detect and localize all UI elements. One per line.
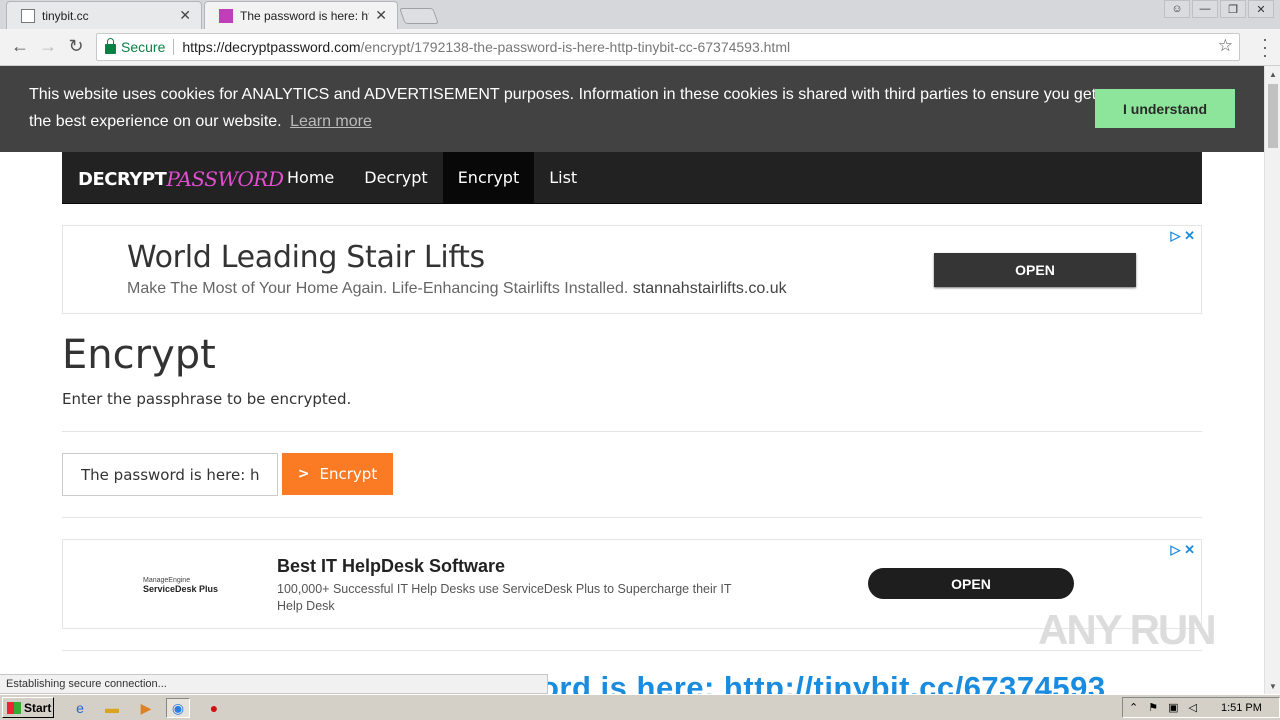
close-window-icon[interactable]: ✕ xyxy=(1248,0,1274,18)
nav-decrypt[interactable]: Decrypt xyxy=(349,152,442,203)
passphrase-input[interactable] xyxy=(62,453,278,496)
dp-favicon-icon xyxy=(219,8,233,23)
tray-expand-icon[interactable]: ⌃ xyxy=(1129,701,1138,714)
cookie-message: This website uses cookies for ANALYTICS … xyxy=(29,86,1097,130)
nav-list[interactable]: List xyxy=(534,152,592,203)
status-bar: Establishing secure connection... xyxy=(0,674,548,694)
nav-links: Home Decrypt Encrypt List xyxy=(272,152,592,203)
ad-title[interactable]: World Leading Stair Lifts xyxy=(127,240,485,275)
ad-stairlifts[interactable]: ▷ ✕ World Leading Stair Lifts Make The M… xyxy=(62,225,1202,314)
adchoices-icon[interactable]: ▷ ✕ xyxy=(1170,542,1195,558)
site-navbar: DECRYPT PASSWORD Home Decrypt Encrypt Li… xyxy=(62,152,1202,204)
ad-logo-product: ServiceDesk Plus xyxy=(143,584,219,594)
windows-logo-icon xyxy=(7,701,21,714)
ad-open-button[interactable]: OPEN xyxy=(934,253,1136,287)
network-icon[interactable]: ▣ xyxy=(1168,701,1178,714)
tab-label: The password is here: http: xyxy=(240,8,369,23)
taskbar: Start e ▬ ▶ ◉ ● ⌃ ⚑ ▣ ◁ 1:51 PM xyxy=(0,694,1280,720)
ad-servicedesk[interactable]: ▷ ✕ ManageEngine ServiceDesk Plus Best I… xyxy=(62,539,1202,629)
page-lead: Enter the passphrase to be encrypted. xyxy=(62,390,352,408)
nav-home[interactable]: Home xyxy=(272,152,349,203)
window-controls: ☺ — ❐ ✕ xyxy=(1164,0,1274,18)
folder-icon[interactable]: ▬ xyxy=(100,698,124,718)
close-icon[interactable]: ✕ xyxy=(375,7,387,24)
encrypt-button[interactable]: > Encrypt xyxy=(282,453,393,495)
chevron-right-icon: > xyxy=(297,466,310,482)
ie-icon[interactable]: e xyxy=(68,698,92,718)
address-bar[interactable]: Secure https://decryptpassword.com/encry… xyxy=(96,33,1240,61)
encrypt-button-label: Encrypt xyxy=(319,465,378,483)
nav-encrypt[interactable]: Encrypt xyxy=(442,152,535,203)
ad-description: Make The Most of Your Home Again. Life-E… xyxy=(127,280,787,298)
divider xyxy=(62,650,1202,651)
flag-icon[interactable]: ⚑ xyxy=(1148,701,1158,714)
minimize-icon[interactable]: — xyxy=(1192,0,1218,18)
clock[interactable]: 1:51 PM xyxy=(1221,702,1262,714)
ad-logo: ManageEngine ServiceDesk Plus xyxy=(143,576,218,595)
divider xyxy=(62,431,1202,432)
cookie-text: This website uses cookies for ANALYTICS … xyxy=(29,81,1099,135)
result-link[interactable]: ord is here: http://tinybit.cc/67374593 xyxy=(540,670,1106,694)
adchoices-icon[interactable]: ▷ ✕ xyxy=(1170,228,1195,244)
tab-decryptpassword[interactable]: The password is here: http: ✕ xyxy=(204,1,398,29)
new-tab-button[interactable] xyxy=(399,8,439,24)
reload-icon[interactable]: ↻ xyxy=(64,36,88,57)
start-label: Start xyxy=(24,700,52,715)
scrollbar[interactable]: ▲ ▼ xyxy=(1264,66,1280,694)
bookmark-star-icon[interactable]: ☆ xyxy=(1218,36,1233,56)
anyrun-watermark: ANY RUN xyxy=(1038,606,1217,653)
page-title: Encrypt xyxy=(62,332,216,378)
tab-strip: tinybit.cc ✕ The password is here: http:… xyxy=(0,0,1280,29)
alert-icon[interactable]: ● xyxy=(202,698,226,718)
ad-description: 100,000+ Successful IT Help Desks use Se… xyxy=(277,582,732,613)
scroll-down-icon[interactable]: ▼ xyxy=(1265,678,1280,694)
volume-icon[interactable]: ◁ xyxy=(1189,701,1197,714)
scroll-up-icon[interactable]: ▲ xyxy=(1265,66,1280,82)
page-icon xyxy=(21,8,35,23)
ad-title[interactable]: Best IT HelpDesk Software xyxy=(277,556,505,577)
restore-icon[interactable]: ❐ xyxy=(1220,0,1246,18)
start-button[interactable]: Start xyxy=(2,697,54,718)
browser-toolbar: ← → ↻ Secure https://decryptpassword.com… xyxy=(0,29,1280,66)
url-host: https://decryptpassword.com xyxy=(182,39,361,55)
url-path: /encrypt/1792138-the-password-is-here-ht… xyxy=(360,39,791,55)
scroll-thumb[interactable] xyxy=(1268,84,1278,148)
system-tray: ⌃ ⚑ ▣ ◁ 1:51 PM xyxy=(1122,697,1280,718)
chrome-icon[interactable]: ◉ xyxy=(166,698,190,718)
logo-part-2: PASSWORD xyxy=(166,167,284,191)
tab-label: tinybit.cc xyxy=(42,8,89,23)
ad-open-button[interactable]: OPEN xyxy=(868,568,1074,599)
tab-tinybit[interactable]: tinybit.cc ✕ xyxy=(6,1,202,29)
back-icon[interactable]: ← xyxy=(8,36,32,57)
media-player-icon[interactable]: ▶ xyxy=(134,698,158,718)
close-icon[interactable]: ✕ xyxy=(179,7,191,24)
ad-logo-brand: ManageEngine xyxy=(143,577,191,584)
menu-icon[interactable]: · · · xyxy=(1262,30,1268,64)
user-icon[interactable]: ☺ xyxy=(1164,0,1190,18)
ad-desc-text: Make The Most of Your Home Again. Life-E… xyxy=(127,280,629,297)
lock-icon xyxy=(105,38,116,54)
cookie-accept-button[interactable]: I understand xyxy=(1095,89,1235,128)
divider xyxy=(62,517,1202,518)
learn-more-link[interactable]: Learn more xyxy=(290,113,372,130)
cookie-banner: This website uses cookies for ANALYTICS … xyxy=(0,66,1264,152)
site-logo[interactable]: DECRYPT PASSWORD xyxy=(78,166,284,192)
forward-icon[interactable]: → xyxy=(36,36,60,57)
secure-label: Secure xyxy=(121,39,166,55)
ad-domain: stannahstairlifts.co.uk xyxy=(632,280,787,297)
divider xyxy=(173,39,175,55)
logo-part-1: DECRYPT xyxy=(78,168,167,190)
page-viewport: This website uses cookies for ANALYTICS … xyxy=(0,66,1264,694)
